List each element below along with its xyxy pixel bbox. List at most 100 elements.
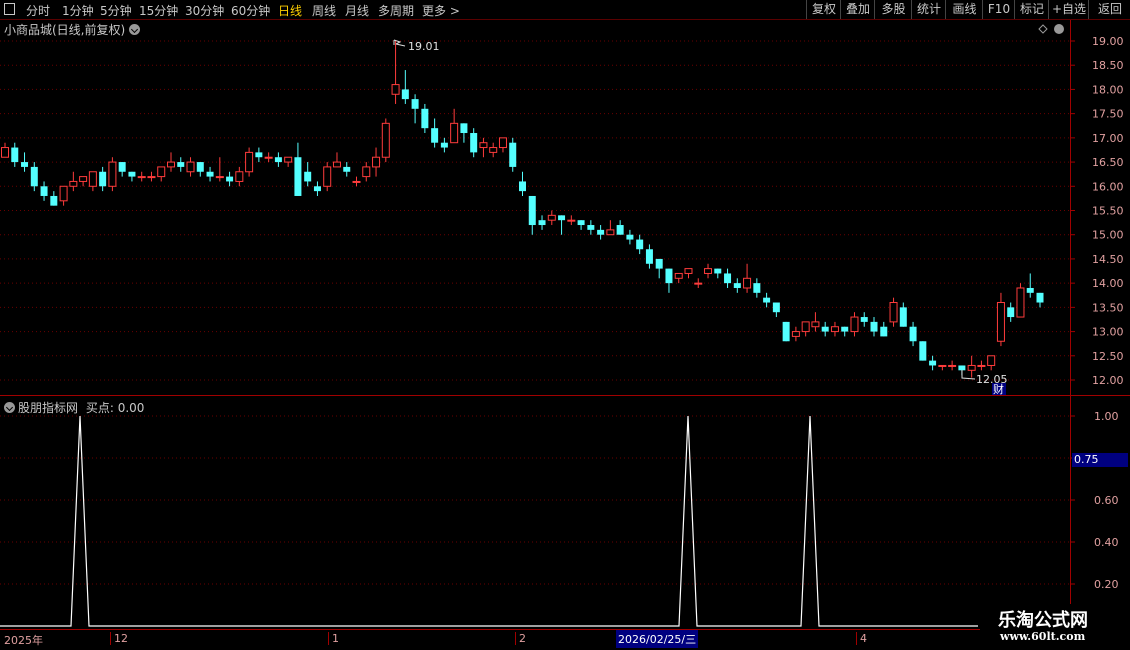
period-tab-7[interactable]: 周线: [312, 2, 336, 19]
finance-badge: 财: [993, 382, 1004, 396]
candle: [821, 321, 829, 337]
candle: [245, 147, 254, 177]
candle: [547, 210, 556, 226]
candle: [929, 355, 937, 371]
chevron-down-icon[interactable]: [4, 402, 15, 413]
candle: [294, 142, 302, 196]
price-tick-label: 15.50: [1092, 205, 1124, 218]
candle: [860, 312, 868, 327]
candle: [40, 181, 48, 201]
candle: [763, 292, 771, 308]
finance-badge-bg: [992, 383, 1006, 395]
candle: [811, 312, 820, 332]
price-tick-label: 12.50: [1092, 350, 1124, 363]
candle: [899, 302, 907, 327]
candle: [460, 123, 468, 143]
candle: [362, 162, 371, 182]
candle: [88, 171, 97, 192]
period-tab-1[interactable]: 1分钟: [62, 2, 94, 19]
candle: [870, 317, 878, 337]
indicator-tick-label: 0.40: [1094, 536, 1119, 549]
stats-button[interactable]: 统计: [911, 0, 946, 19]
period-tab-2[interactable]: 5分钟: [100, 2, 132, 19]
candle: [323, 162, 332, 192]
period-tab-6[interactable]: 日线: [278, 2, 302, 19]
candle: [108, 157, 117, 192]
diamond-icon: [1038, 24, 1048, 34]
candle: [948, 360, 957, 371]
price-tick-label: 13.50: [1092, 301, 1124, 314]
price-chart[interactable]: 19.00 18.50 18.00 17.50 17.00 16.50 16.00 15.50…: [0, 0, 1130, 650]
period-tab-3[interactable]: 15分钟: [139, 2, 178, 19]
f10-button[interactable]: F10: [982, 0, 1015, 19]
candle: [1036, 292, 1044, 308]
period-tab-8[interactable]: 月线: [345, 2, 369, 19]
candle: [509, 137, 517, 172]
candle: [274, 152, 282, 167]
candle: [694, 278, 703, 288]
price-tick-label: 19.00: [1092, 35, 1124, 48]
price-tick-label: 16.50: [1092, 156, 1124, 169]
date-label-2: 1: [328, 632, 339, 645]
candle: [50, 191, 58, 206]
candle: [655, 258, 663, 279]
low-price-label: 12.05: [976, 373, 1008, 386]
candle: [284, 156, 293, 167]
candle: [880, 321, 888, 337]
period-tab-4[interactable]: 30分钟: [185, 2, 224, 19]
candle: [118, 162, 126, 177]
chevron-down-icon[interactable]: [129, 24, 141, 35]
candle: [616, 220, 624, 235]
candle: [226, 171, 234, 187]
draw-line-button[interactable]: 画线: [945, 0, 983, 19]
stock-name-label: 小商品城(日线,前复权): [4, 23, 126, 37]
candle: [850, 312, 859, 337]
candle: [157, 166, 166, 182]
candle: [889, 297, 898, 327]
candle: [21, 152, 29, 172]
candle: [743, 263, 752, 293]
watermark-url: www.60lt.com: [1000, 630, 1086, 643]
price-tick-label: 17.00: [1092, 132, 1124, 145]
indicator-title: 股朋指标网 买点: 0.00: [4, 399, 144, 416]
candle: [215, 157, 224, 182]
candle: [177, 157, 185, 172]
candle: [665, 268, 673, 293]
period-tab-more[interactable]: 更多 >: [422, 2, 460, 19]
date-label-5: 4: [856, 632, 867, 645]
overlay-button[interactable]: 叠加: [840, 0, 875, 19]
candle: [372, 147, 381, 177]
period-tab-9[interactable]: 多周期: [378, 2, 414, 19]
candle: [401, 70, 409, 104]
candle: [772, 302, 780, 318]
candle: [381, 118, 390, 163]
candle: [626, 229, 634, 245]
cursor-value-badge: 0.75: [1072, 453, 1128, 467]
period-tab-0[interactable]: 分时: [26, 2, 50, 19]
restore-icon[interactable]: [4, 3, 15, 15]
candle: [1016, 283, 1025, 318]
candle: [996, 292, 1005, 347]
back-button[interactable]: 返回: [1088, 0, 1130, 19]
price-tick-label: 17.50: [1092, 108, 1124, 121]
candle: [255, 147, 263, 163]
add-watchlist-button[interactable]: +自选: [1048, 0, 1089, 19]
fuquan-button[interactable]: 复权: [806, 0, 841, 19]
multi-stock-button[interactable]: 多股: [874, 0, 912, 19]
candle: [636, 234, 644, 255]
price-tick-label: 12.00: [1092, 374, 1124, 387]
period-tab-5[interactable]: 60分钟: [231, 2, 270, 19]
mark-button[interactable]: 标记: [1014, 0, 1049, 19]
candle: [684, 268, 693, 279]
candle: [967, 355, 976, 378]
candle: [714, 268, 722, 279]
candle: [1026, 273, 1034, 298]
indicator-tick-label: 1.00: [1094, 410, 1119, 423]
candle: [791, 326, 800, 342]
candle: [938, 364, 947, 371]
indicator-signal-line: [0, 415, 978, 627]
candle: [11, 142, 19, 167]
candle: [558, 215, 566, 235]
candle: [304, 162, 312, 187]
candle: [411, 94, 419, 124]
